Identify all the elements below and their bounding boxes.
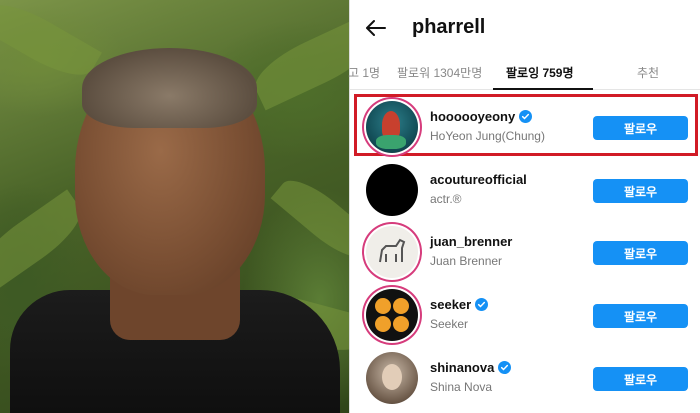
seeker-logo-icon (375, 298, 409, 332)
follow-button[interactable]: 팔로우 (593, 241, 688, 265)
hair (82, 48, 257, 128)
username[interactable]: acoutureofficial (430, 172, 527, 187)
avatar[interactable] (366, 226, 418, 278)
active-tab-indicator (493, 88, 593, 90)
list-item[interactable]: hoooooyeony HoYeon Jung(Chung) 팔로우 (350, 95, 700, 157)
full-name: Seeker (430, 317, 469, 331)
verified-badge-icon (519, 110, 533, 123)
avatar[interactable] (366, 101, 418, 153)
full-name: actr.® (430, 192, 462, 206)
verified-badge-icon (498, 361, 512, 374)
avatar-figure (382, 364, 402, 390)
top-bar: pharrell (350, 0, 700, 56)
username-text[interactable]: hoooooyeony (430, 109, 515, 124)
follow-button[interactable]: 팔로우 (593, 367, 688, 391)
tab-bar: 고 1명 팔로워 1304만명 팔로잉 759명 추천 (348, 58, 700, 90)
full-name: Juan Brenner (430, 254, 503, 268)
follow-button[interactable]: 팔로우 (593, 116, 688, 140)
page-title: pharrell (412, 16, 486, 38)
arrow-left-icon[interactable] (364, 16, 388, 40)
username[interactable]: juan_brenner (430, 234, 512, 249)
verified-badge-icon (475, 298, 489, 311)
username-text[interactable]: shinanova (430, 360, 494, 375)
avatar[interactable] (366, 352, 418, 404)
username-text[interactable]: acoutureofficial (430, 172, 527, 187)
list-item[interactable]: shinanova Shina Nova 팔로우 (350, 346, 700, 408)
username[interactable]: seeker (430, 297, 489, 312)
leaf-decoration (270, 169, 349, 269)
avatar[interactable] (366, 289, 418, 341)
leaf-decoration (246, 14, 349, 111)
horse-icon (379, 238, 406, 263)
avatar[interactable] (366, 164, 418, 216)
list-item[interactable]: acoutureofficial actr.® 팔로우 (350, 158, 700, 220)
tab-mutual[interactable]: 고 1명 (348, 64, 380, 81)
username-text[interactable]: juan_brenner (430, 234, 512, 249)
follow-button[interactable]: 팔로우 (593, 304, 688, 328)
list-item[interactable]: seeker Seeker 팔로우 (350, 283, 700, 345)
list-item[interactable]: juan_brenner Juan Brenner 팔로우 (350, 220, 700, 282)
follow-button[interactable]: 팔로우 (593, 179, 688, 203)
username-text[interactable]: seeker (430, 297, 471, 312)
tab-following[interactable]: 팔로잉 759명 (506, 64, 574, 81)
tab-suggested[interactable]: 추천 (637, 64, 659, 81)
tab-followers[interactable]: 팔로워 1304만명 (397, 64, 482, 81)
profile-photo (0, 0, 349, 413)
full-name: Shina Nova (430, 380, 493, 394)
username[interactable]: hoooooyeony (430, 109, 533, 124)
avatar-figure (376, 135, 406, 149)
instagram-following-screen: pharrell 고 1명 팔로워 1304만명 팔로잉 759명 추천 hoo… (348, 0, 700, 413)
username[interactable]: shinanova (430, 360, 512, 375)
full-name: HoYeon Jung(Chung) (430, 129, 545, 143)
